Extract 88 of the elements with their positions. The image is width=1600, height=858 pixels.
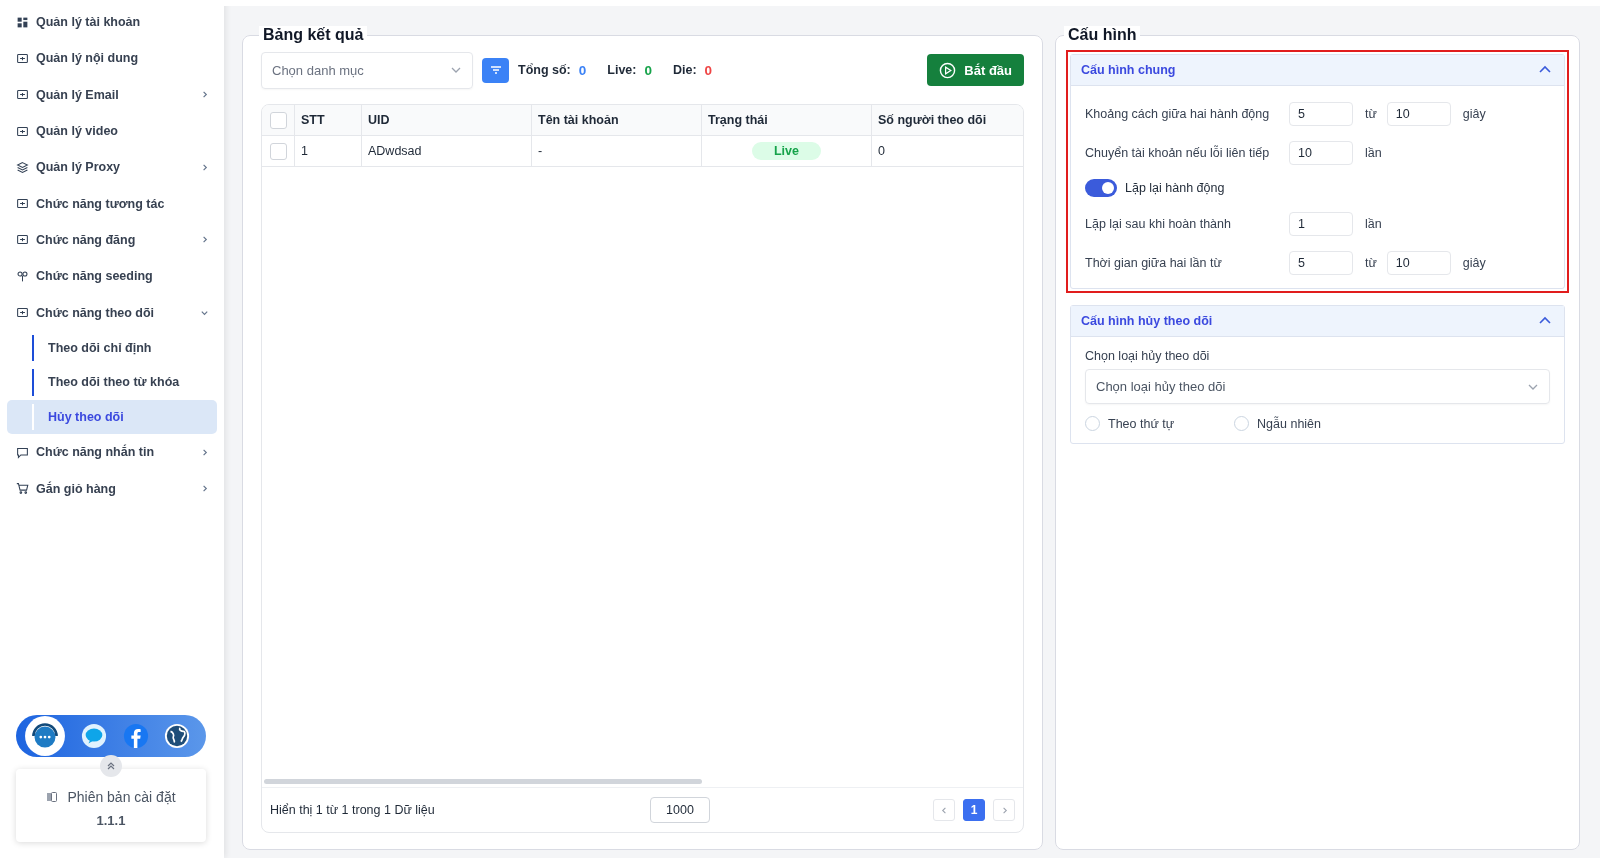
- stat-value: 0: [644, 62, 652, 78]
- page-button[interactable]: 1: [963, 799, 985, 821]
- menu-item-icon: [16, 233, 29, 247]
- chevron-left-icon: [939, 805, 949, 815]
- menu-item-icon: [16, 15, 29, 29]
- unit-text: giây: [1462, 255, 1486, 270]
- table-cell: 0: [878, 144, 885, 158]
- sidebar-item[interactable]: Chức năng seeding: [7, 258, 217, 295]
- stat-label: Live:: [607, 62, 637, 78]
- sidebar-item[interactable]: Chức năng nhắn tin: [7, 434, 217, 471]
- setting-label: Lặp lại sau khi hoàn thành: [1085, 216, 1232, 231]
- chat-bubble-icon[interactable]: [81, 723, 108, 749]
- scrollbar[interactable]: [264, 779, 702, 784]
- sidebar-item[interactable]: Quản lý Proxy: [7, 149, 217, 186]
- separator-text: từ: [1365, 106, 1377, 121]
- number-field[interactable]: 10: [1289, 140, 1353, 165]
- type-select[interactable]: Chọn loại hủy theo dõi: [1085, 369, 1550, 404]
- stat-label: Die:: [673, 62, 697, 78]
- version-number: 1.1.1: [96, 813, 126, 828]
- sidebar-item[interactable]: Quản lý video: [7, 112, 217, 150]
- sidebar-item[interactable]: Chức năng tương tác: [7, 185, 217, 222]
- column-header: STT: [295, 105, 362, 135]
- page-size-field[interactable]: 1000: [650, 797, 710, 823]
- unit-text: giây: [1462, 106, 1486, 121]
- menu-item-icon: [16, 160, 29, 174]
- filter-icon: [488, 63, 503, 77]
- sidebar-item[interactable]: Quản lý Email: [7, 76, 217, 113]
- facebook-icon[interactable]: [122, 723, 149, 749]
- menu-item-icon: [16, 269, 29, 283]
- table-cell: ADwdsad: [368, 144, 422, 158]
- column-header: Số người theo dõi: [877, 112, 988, 129]
- menu-item-icon: [16, 124, 29, 138]
- submenu-item[interactable]: Hủy theo dõi: [7, 399, 217, 435]
- globe-icon[interactable]: [164, 723, 191, 749]
- start-button[interactable]: Bắt đầu: [927, 54, 1024, 86]
- stat-value: 0: [704, 62, 713, 78]
- menu-item-icon: [16, 197, 29, 211]
- toggle-switch[interactable]: [1085, 179, 1117, 197]
- stat-label: Tổng số:: [518, 62, 571, 78]
- sidebar-item[interactable]: Chức năng đăng: [7, 221, 217, 259]
- section-header[interactable]: Cấu hình chung: [1071, 55, 1564, 86]
- table-cell: 1: [301, 144, 308, 158]
- number-field[interactable]: 10: [1386, 101, 1451, 126]
- sidebar-item[interactable]: Quản lý tài khoản: [7, 4, 217, 41]
- sidebar-item[interactable]: Quản lý nội dung: [7, 40, 217, 77]
- menu-item-icon: [16, 482, 29, 496]
- sidebar-item[interactable]: Chức năng theo dõi: [7, 294, 217, 331]
- collapse-icon[interactable]: [100, 755, 122, 777]
- submenu-item[interactable]: Theo dõi chỉ định: [7, 330, 217, 366]
- separator-text: từ: [1365, 255, 1377, 270]
- menu-item-icon: [16, 445, 29, 459]
- number-field[interactable]: 1: [1289, 211, 1353, 236]
- menu-item-icon: [16, 51, 29, 65]
- toggle-label: Lặp lại hành động: [1125, 181, 1225, 195]
- number-field[interactable]: 10: [1386, 250, 1451, 275]
- section-header[interactable]: Cấu hình hủy theo dõi: [1071, 306, 1564, 337]
- radio-label: Ngẫu nhiên: [1257, 416, 1322, 431]
- number-field[interactable]: 5: [1289, 250, 1353, 275]
- column-header: Trạng thái: [702, 105, 872, 135]
- row-checkbox[interactable]: [269, 142, 287, 160]
- radio-option[interactable]: Theo thứ tự: [1085, 416, 1175, 431]
- column-header: UID: [362, 105, 532, 135]
- version-label: Phiên bản cài đặt: [67, 789, 176, 805]
- headset-chat-icon[interactable]: [23, 715, 66, 757]
- unit-text: lần: [1365, 145, 1382, 160]
- filter-button[interactable]: [482, 57, 509, 83]
- radio-label: Theo thứ tự: [1108, 416, 1175, 431]
- device-icon: [46, 791, 59, 803]
- setting-label: Chọn loại hủy theo dõi: [1085, 349, 1211, 363]
- status-badge: Live: [752, 142, 821, 160]
- number-field[interactable]: 5: [1289, 101, 1353, 126]
- unit-text: lần: [1365, 216, 1382, 231]
- play-icon: [939, 61, 957, 79]
- table-cell: -: [538, 144, 543, 158]
- select-all-checkbox[interactable]: [269, 111, 287, 129]
- menu-item-icon: [16, 306, 29, 319]
- column-header: Tên tài khoản: [532, 105, 702, 135]
- menu-item-icon: [16, 88, 29, 102]
- panel-title: Bảng kết quả: [259, 26, 368, 44]
- sidebar-item[interactable]: Gắn giỏ hàng: [7, 470, 217, 507]
- category-select[interactable]: Chọn danh mục: [261, 51, 473, 89]
- page-summary: Hiển thị 1 từ 1 trong 1 Dữ liệu: [270, 803, 436, 817]
- setting-label: Chuyển tài khoản nếu lỗi liên tiếp: [1085, 145, 1271, 160]
- submenu-item[interactable]: Theo dõi theo từ khóa: [7, 365, 217, 400]
- stat-value: 0: [578, 62, 587, 78]
- setting-label: Thời gian giữa hai lần từ: [1085, 255, 1223, 270]
- radio-option[interactable]: Ngẫu nhiên: [1234, 416, 1322, 431]
- setting-label: Khoảng cách giữa hai hành động: [1085, 106, 1271, 121]
